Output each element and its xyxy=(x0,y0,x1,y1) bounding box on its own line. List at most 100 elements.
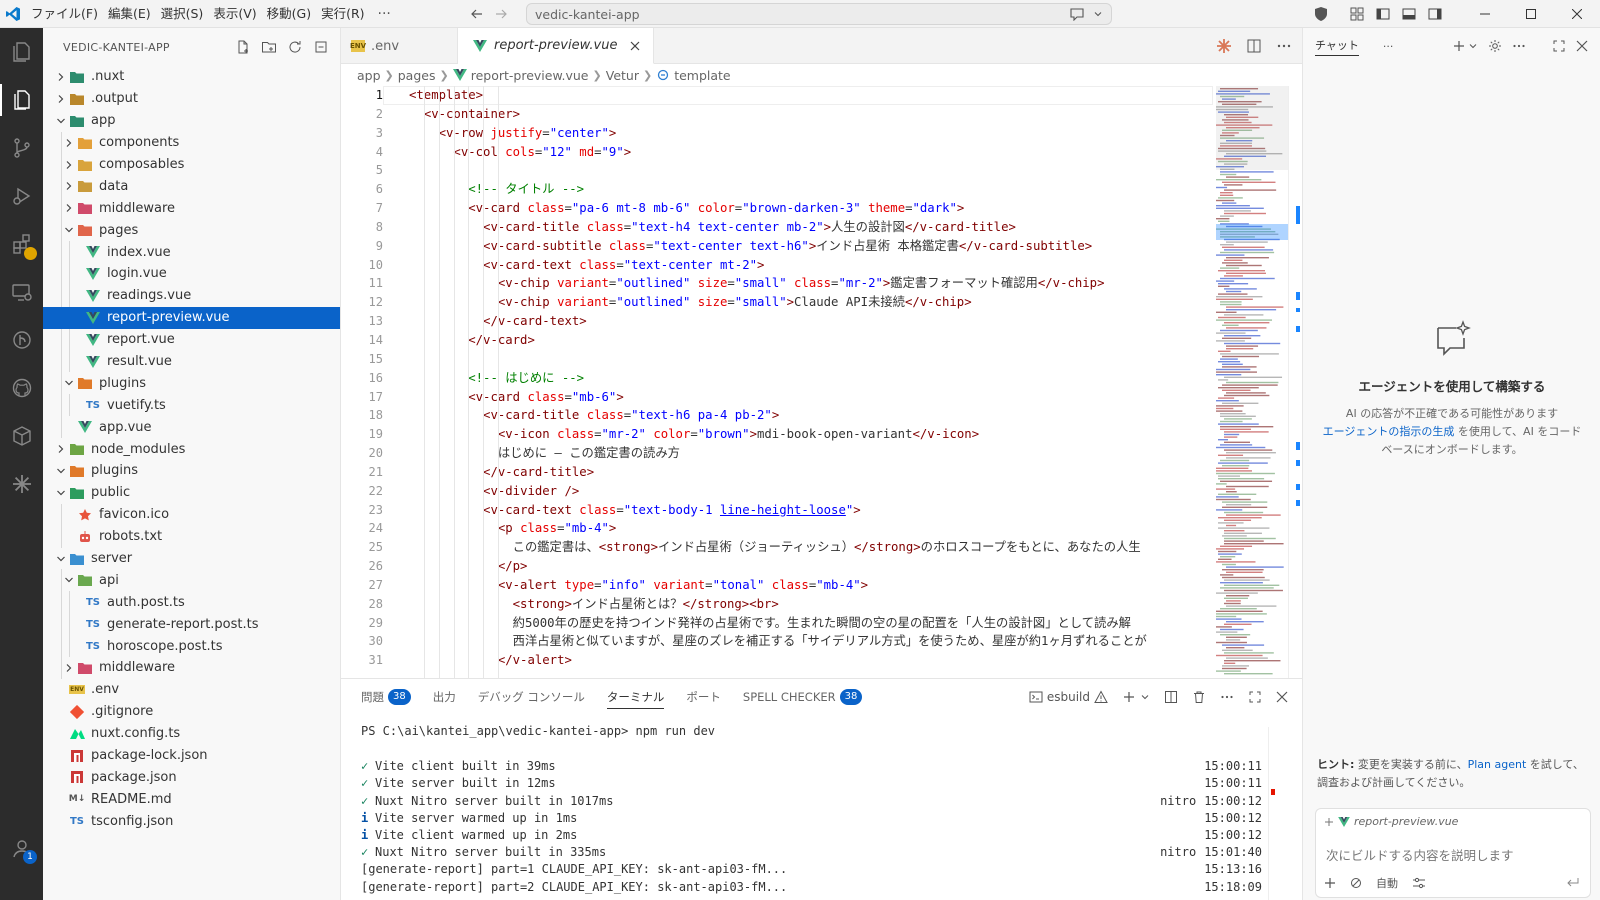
tab-output[interactable]: 出力 xyxy=(433,679,456,715)
no-tools-icon[interactable] xyxy=(1350,877,1362,889)
menu-run[interactable]: 実行(R) xyxy=(316,3,369,25)
accounts-shield-icon[interactable] xyxy=(1308,0,1334,28)
forward-arrow-icon[interactable] xyxy=(494,7,508,21)
chevron-right-icon[interactable] xyxy=(53,441,69,457)
close-tab-icon[interactable] xyxy=(627,38,643,54)
more-actions-icon[interactable] xyxy=(1276,38,1292,54)
explorer-icon[interactable] xyxy=(0,28,43,76)
tree-folder[interactable]: middleware xyxy=(43,197,340,220)
tree-file[interactable]: TS tsconfig.json xyxy=(43,810,340,832)
more-actions-icon[interactable] xyxy=(1220,690,1234,704)
context-file-chip[interactable]: report-preview.vue xyxy=(1324,815,1458,828)
gear-icon[interactable] xyxy=(1488,39,1502,53)
tree-file[interactable]: package-lock.json xyxy=(43,745,340,767)
chevron-down-icon[interactable] xyxy=(1140,692,1150,702)
github-icon[interactable] xyxy=(0,364,43,412)
chevron-down-icon[interactable] xyxy=(53,113,69,129)
chevron-right-icon[interactable] xyxy=(61,660,77,676)
tree-file[interactable]: login.vue xyxy=(43,263,340,285)
tree-folder[interactable]: composables xyxy=(43,153,340,176)
chevron-down-icon[interactable] xyxy=(61,222,77,238)
breadcrumb-item[interactable]: report-preview.vue xyxy=(471,68,589,83)
refresh-icon[interactable] xyxy=(284,36,306,58)
tab-debug-console[interactable]: デバッグ コンソール xyxy=(478,679,585,715)
menu-view[interactable]: 表示(V) xyxy=(208,3,261,25)
toggle-secondary-sidebar-icon[interactable] xyxy=(1422,0,1448,28)
tab-report-preview[interactable]: report-preview.vue xyxy=(458,28,655,64)
tree-file[interactable]: readings.vue xyxy=(43,284,340,307)
menu-selection[interactable]: 選択(S) xyxy=(156,3,209,25)
collapse-all-icon[interactable] xyxy=(310,36,332,58)
trash-icon[interactable] xyxy=(1192,690,1206,704)
code-editor[interactable]: 1 2 3 4 5 6 7 8 9 10 11 12 13 14 15 16 17 18 19 20 21 22 23 24 2… xyxy=(341,86,1302,678)
terminal-output[interactable]: PS C:\ai\kantei_app\vedic-kantei-app> np… xyxy=(361,723,1262,896)
chevron-down-icon[interactable] xyxy=(1468,41,1478,51)
menu-go[interactable]: 移動(G) xyxy=(262,3,316,25)
source-control-icon[interactable] xyxy=(0,124,43,172)
tab-terminal[interactable]: ターミナル xyxy=(606,679,664,715)
tree-file[interactable]: M↓ README.md xyxy=(43,788,340,810)
tree-folder[interactable]: data xyxy=(43,175,340,198)
code-lines[interactable]: <template> <v-container> <v-row justify=… xyxy=(409,86,1214,670)
menu-more-button[interactable]: ··· xyxy=(370,6,399,22)
chat-input[interactable]: 次にビルドする内容を説明します xyxy=(1326,845,1514,864)
tree-file[interactable]: .gitignore xyxy=(43,701,340,723)
tree-file[interactable]: TS auth.post.ts xyxy=(43,591,340,614)
chevron-right-icon[interactable] xyxy=(61,178,77,194)
new-folder-icon[interactable] xyxy=(258,36,280,58)
chevron-right-icon[interactable] xyxy=(61,200,77,216)
tree-folder[interactable]: .nuxt xyxy=(43,66,340,88)
claude-icon[interactable] xyxy=(0,460,43,508)
breadcrumb-item[interactable]: app xyxy=(357,68,381,83)
settings-sliders-icon[interactable] xyxy=(1412,877,1426,889)
send-icon[interactable] xyxy=(1566,877,1580,889)
chevron-down-icon[interactable] xyxy=(53,485,69,501)
new-file-icon[interactable] xyxy=(232,36,254,58)
tree-folder[interactable]: node_modules xyxy=(43,438,340,460)
account-icon[interactable]: 1 xyxy=(0,824,43,872)
claude-code-icon[interactable] xyxy=(1216,38,1232,54)
command-center-search[interactable]: vedic-kantei-app xyxy=(526,3,1112,25)
editor-scrollbar[interactable] xyxy=(1288,86,1302,678)
tab-ports[interactable]: ポート xyxy=(686,679,721,715)
chat-more-button[interactable]: ··· xyxy=(1383,40,1394,53)
tree-folder[interactable]: pages xyxy=(43,219,340,242)
copilot-chat-icon[interactable] xyxy=(1069,7,1085,21)
new-terminal-icon[interactable] xyxy=(1122,690,1136,704)
maximize-chat-icon[interactable] xyxy=(1552,39,1566,53)
chevron-right-icon[interactable] xyxy=(61,157,77,173)
minimize-icon[interactable] xyxy=(1462,0,1508,28)
menu-file[interactable]: ファイル(F) xyxy=(26,3,103,25)
split-terminal-icon[interactable] xyxy=(1164,690,1178,704)
menu-edit[interactable]: 編集(E) xyxy=(103,3,156,25)
more-actions-icon[interactable] xyxy=(1512,39,1526,53)
tree-file[interactable]: report.vue xyxy=(43,328,340,351)
chat-title[interactable]: チャット xyxy=(1315,37,1359,56)
minimap[interactable] xyxy=(1216,86,1288,678)
chevron-down-icon[interactable] xyxy=(1093,9,1103,19)
chevron-right-icon[interactable] xyxy=(53,69,69,85)
toggle-panel-icon[interactable] xyxy=(1396,0,1422,28)
tree-folder[interactable]: .output xyxy=(43,88,340,110)
tree-file[interactable]: package.json xyxy=(43,767,340,789)
add-icon[interactable] xyxy=(1324,877,1336,889)
terminal-name[interactable]: esbuild xyxy=(1047,690,1090,704)
tab-problems[interactable]: 問題 38 xyxy=(361,679,411,715)
extensions-icon[interactable] xyxy=(0,220,43,268)
generate-instructions-link[interactable]: エージェントの指示の生成 xyxy=(1323,425,1455,438)
tree-folder[interactable]: api xyxy=(43,569,340,592)
tree-file[interactable]: TS vuetify.ts xyxy=(43,394,340,417)
add-context-icon[interactable] xyxy=(1324,817,1334,827)
tree-file[interactable]: result.vue xyxy=(43,350,340,373)
chevron-down-icon[interactable] xyxy=(53,551,69,567)
tree-folder[interactable]: plugins xyxy=(43,372,340,395)
tree-file[interactable]: app.vue xyxy=(43,416,340,439)
tree-folder[interactable]: components xyxy=(43,131,340,154)
plan-agent-link[interactable]: Plan agent xyxy=(1468,758,1527,771)
close-panel-icon[interactable] xyxy=(1276,691,1288,703)
breadcrumb-item[interactable]: Vetur xyxy=(606,68,639,83)
git-graph-icon[interactable] xyxy=(0,316,43,364)
split-editor-icon[interactable] xyxy=(1246,38,1262,54)
tree-file[interactable]: favicon.ico xyxy=(43,503,340,526)
tree-file[interactable]: TS generate-report.post.ts xyxy=(43,613,340,636)
